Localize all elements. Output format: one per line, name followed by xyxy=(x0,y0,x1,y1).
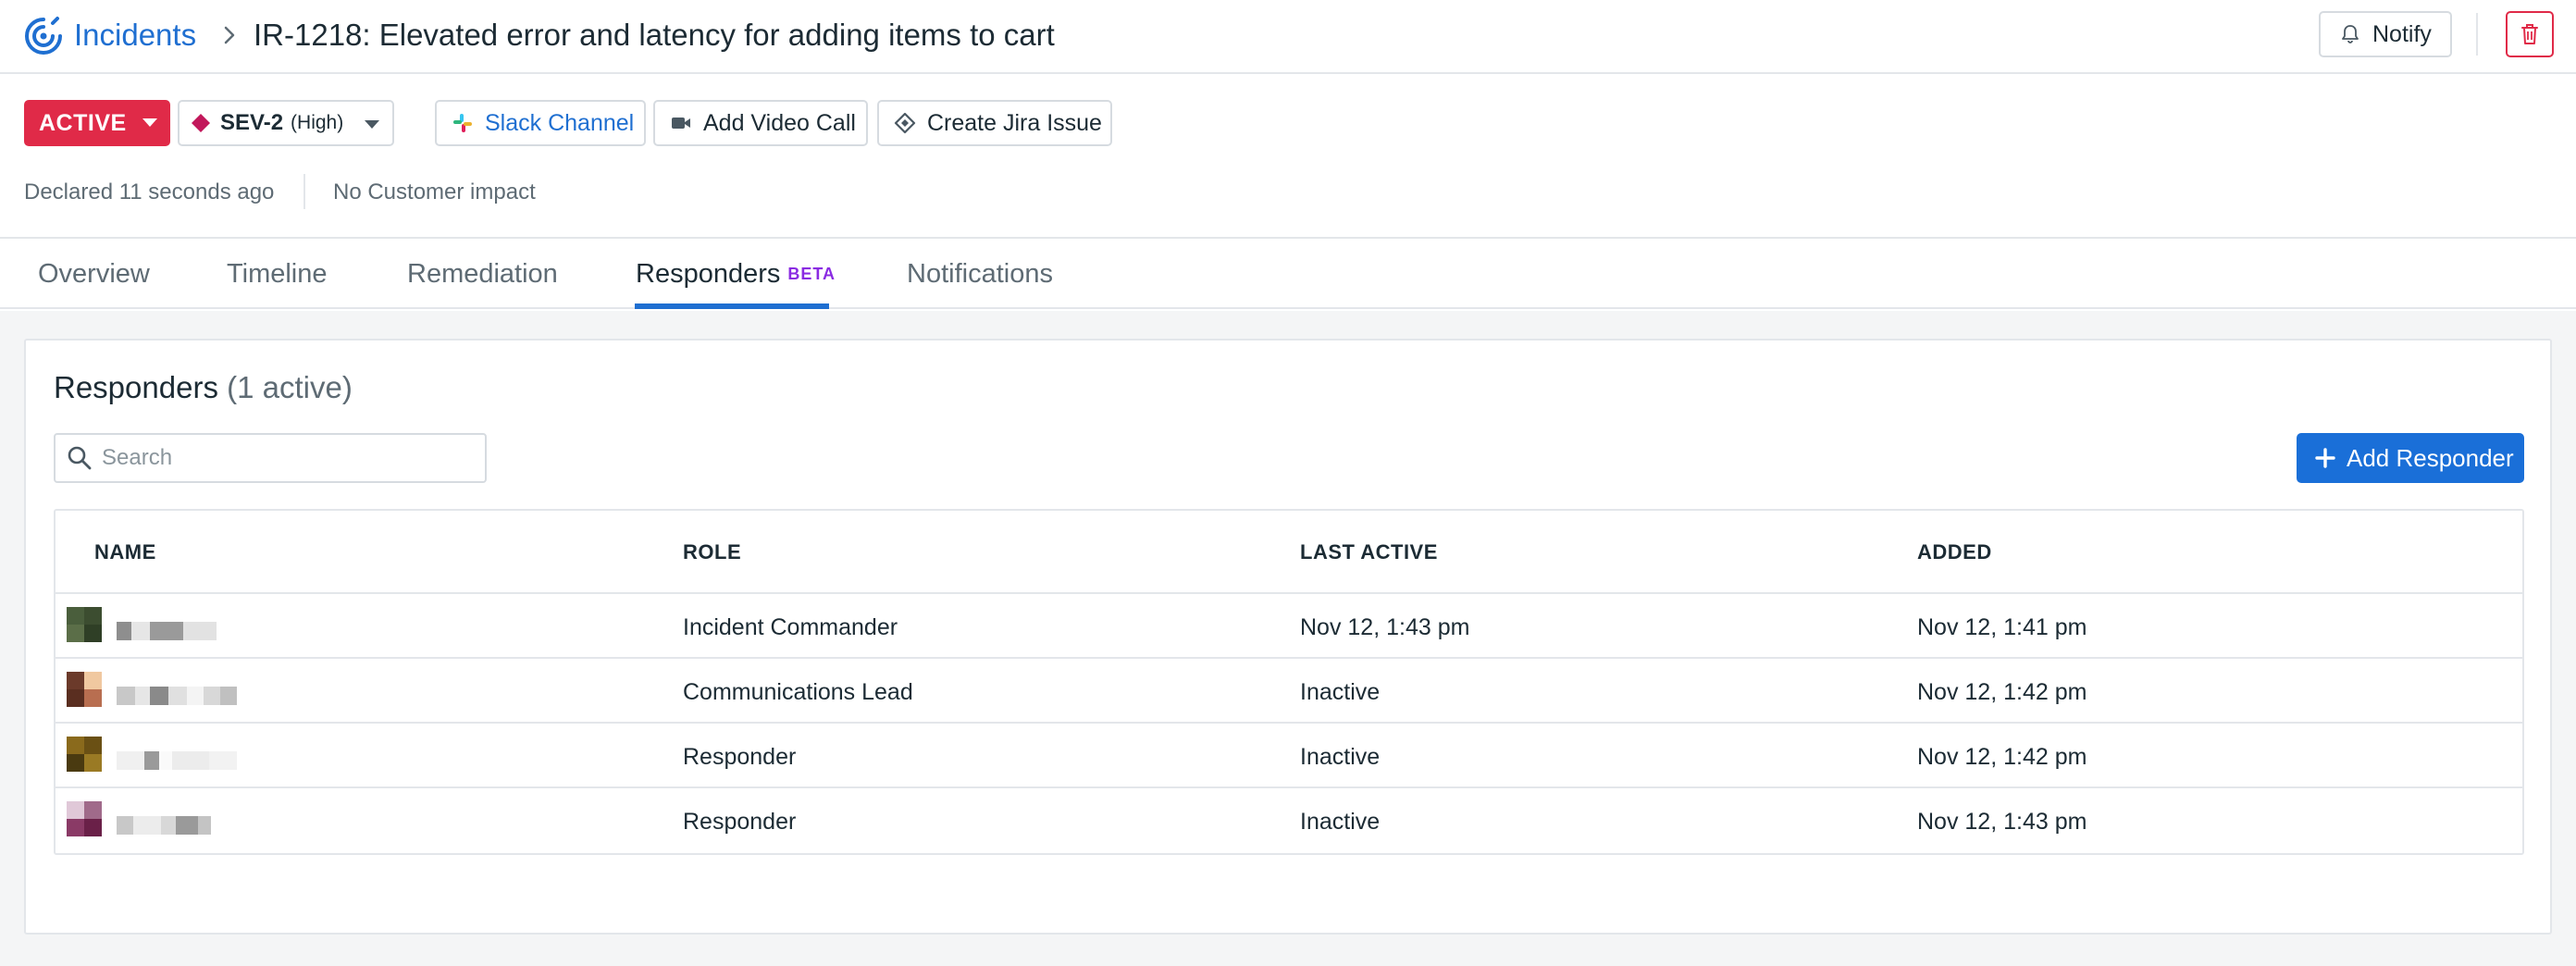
cell-role: Communications Lead xyxy=(683,679,913,705)
breadcrumb-incidents-link[interactable]: Incidents xyxy=(74,17,196,54)
responders-table: NAME ROLE LAST ACTIVE ADDED Incident Com… xyxy=(54,509,2524,855)
notify-label: Notify xyxy=(2372,20,2432,47)
declared-time: Declared 11 seconds ago xyxy=(24,180,275,204)
caret-down-icon xyxy=(142,118,157,127)
avatar xyxy=(67,737,102,772)
tab-bar: Overview Timeline Remediation Responders… xyxy=(0,239,2576,309)
chevron-right-icon xyxy=(224,26,235,44)
plus-icon xyxy=(2315,448,2335,468)
tab-remediation[interactable]: Remediation xyxy=(407,255,558,292)
cell-last-active: Nov 12, 1:43 pm xyxy=(1300,614,1470,640)
panel-title: Responders (1 active) xyxy=(54,368,353,407)
bell-icon xyxy=(2342,25,2359,43)
redacted-name xyxy=(117,622,217,640)
panel-title-text: Responders xyxy=(54,370,218,404)
severity-label: SEV-2 xyxy=(220,110,284,135)
tab-responders[interactable]: Responders BETA xyxy=(636,255,836,292)
trash-icon xyxy=(2521,24,2538,44)
table-row[interactable]: Incident Commander Nov 12, 1:43 pm Nov 1… xyxy=(56,594,2522,659)
cell-role: Incident Commander xyxy=(683,614,898,640)
incident-status-dropdown[interactable]: ACTIVE xyxy=(24,100,170,146)
severity-sublabel: (High) xyxy=(291,112,344,133)
column-header-name[interactable]: NAME xyxy=(94,539,156,566)
incidents-logo-icon[interactable] xyxy=(22,15,65,57)
slack-icon xyxy=(453,114,472,132)
cell-added: Nov 12, 1:41 pm xyxy=(1917,614,2087,640)
redacted-name xyxy=(117,751,237,770)
customer-impact: No Customer impact xyxy=(333,180,536,204)
search-input[interactable] xyxy=(102,445,472,471)
responders-panel: Responders (1 active) Add Responder NAME… xyxy=(24,339,2552,935)
table-row[interactable]: Responder Inactive Nov 12, 1:43 pm xyxy=(56,788,2522,853)
severity-diamond-icon xyxy=(192,114,210,132)
slack-channel-label: Slack Channel xyxy=(485,109,635,136)
redacted-name xyxy=(117,816,211,835)
jira-icon xyxy=(894,112,916,134)
avatar xyxy=(67,672,102,707)
add-responder-label: Add Responder xyxy=(2347,443,2514,472)
beta-badge: BETA xyxy=(787,265,836,283)
delete-incident-button[interactable] xyxy=(2506,11,2554,57)
cell-last-active: Inactive xyxy=(1300,744,1381,770)
page-header: Incidents IR-1218: Elevated error and la… xyxy=(0,0,2576,74)
add-video-call-label: Add Video Call xyxy=(703,109,856,136)
tab-timeline[interactable]: Timeline xyxy=(227,255,328,292)
caret-down-icon xyxy=(365,120,379,129)
cell-last-active: Inactive xyxy=(1300,809,1381,835)
active-tab-indicator xyxy=(635,303,829,309)
tab-responders-label: Responders xyxy=(636,259,781,289)
redacted-name xyxy=(117,687,237,705)
cell-added: Nov 12, 1:43 pm xyxy=(1917,809,2087,835)
table-row[interactable]: Responder Inactive Nov 12, 1:42 pm xyxy=(56,724,2522,788)
video-camera-icon xyxy=(672,118,690,129)
cell-added: Nov 12, 1:42 pm xyxy=(1917,679,2087,705)
avatar xyxy=(67,801,102,836)
search-icon xyxy=(68,446,92,470)
add-video-call-button[interactable]: Add Video Call xyxy=(653,100,868,146)
cell-added: Nov 12, 1:42 pm xyxy=(1917,744,2087,770)
notify-button[interactable]: Notify xyxy=(2319,11,2452,57)
page-title: IR-1218: Elevated error and latency for … xyxy=(254,18,1055,52)
header-divider xyxy=(2476,13,2478,56)
avatar xyxy=(67,607,102,642)
tab-overview[interactable]: Overview xyxy=(38,255,150,292)
active-count: (1 active) xyxy=(227,370,353,404)
meta-divider xyxy=(303,174,305,209)
search-box[interactable] xyxy=(54,433,487,483)
severity-dropdown[interactable]: SEV-2 (High) xyxy=(178,100,394,146)
slack-channel-button[interactable]: Slack Channel xyxy=(435,100,646,146)
add-responder-button[interactable]: Add Responder xyxy=(2297,433,2524,483)
cell-last-active: Inactive xyxy=(1300,679,1381,705)
column-header-role[interactable]: ROLE xyxy=(683,539,741,566)
table-row[interactable]: Communications Lead Inactive Nov 12, 1:4… xyxy=(56,659,2522,724)
column-header-last-active[interactable]: LAST ACTIVE xyxy=(1300,539,1438,566)
cell-role: Responder xyxy=(683,809,797,835)
create-jira-issue-label: Create Jira Issue xyxy=(927,109,1102,136)
tab-notifications[interactable]: Notifications xyxy=(907,255,1053,292)
cell-role: Responder xyxy=(683,744,797,770)
status-label: ACTIVE xyxy=(39,109,127,136)
create-jira-issue-button[interactable]: Create Jira Issue xyxy=(877,100,1112,146)
column-header-added[interactable]: ADDED xyxy=(1917,539,1992,566)
